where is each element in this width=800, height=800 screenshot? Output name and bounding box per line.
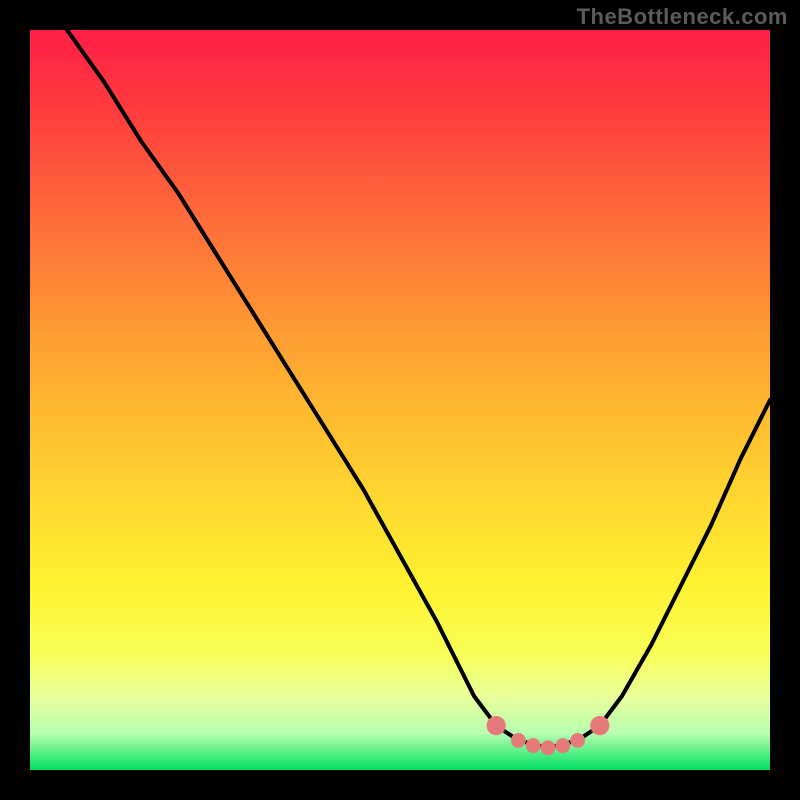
valley-marker-dot [555,738,570,753]
valley-markers [487,716,610,755]
chart-frame: TheBottleneck.com [0,0,800,800]
valley-marker-dot [487,716,506,735]
curve-layer [30,30,770,770]
valley-marker-dot [590,716,609,735]
valley-marker-dot [541,740,556,755]
bottleneck-curve-path [67,30,770,748]
valley-marker-dot [511,733,526,748]
watermark-text: TheBottleneck.com [577,4,788,30]
plot-area [30,30,770,770]
valley-marker-dot [570,733,585,748]
bottleneck-curve [67,30,770,748]
valley-marker-dot [526,738,541,753]
